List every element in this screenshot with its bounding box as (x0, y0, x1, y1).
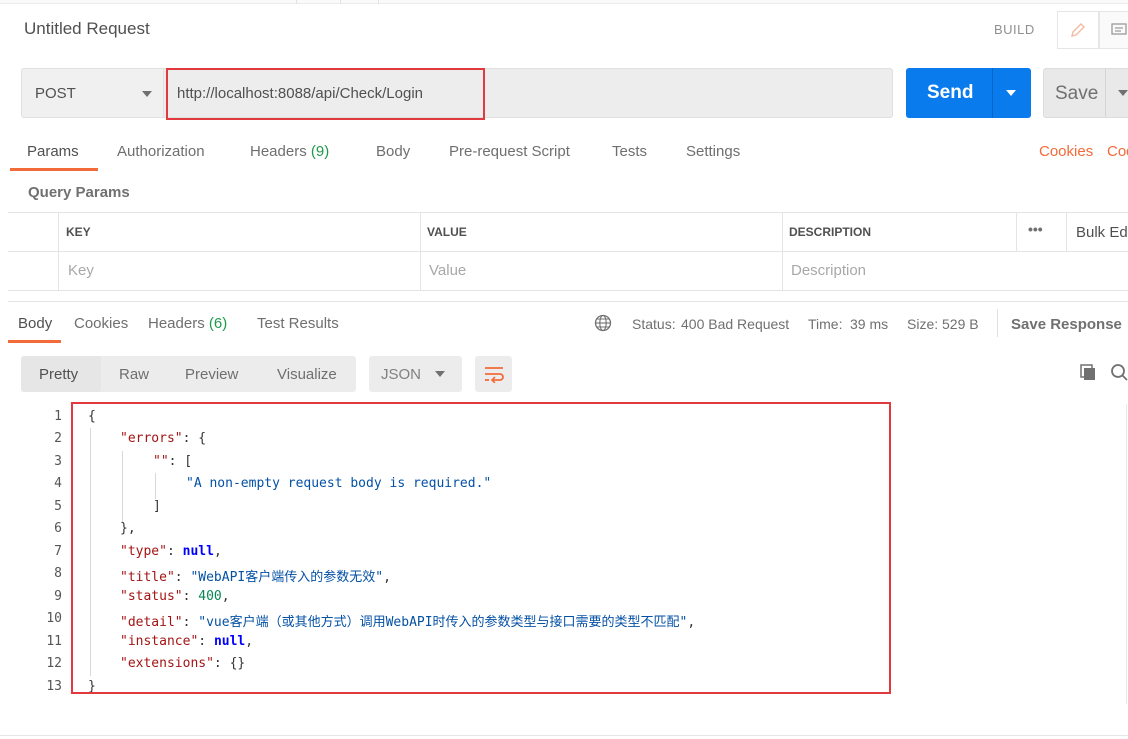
tab-headers-label: Headers (250, 143, 307, 160)
save-response-button[interactable]: Save Response (1011, 316, 1122, 333)
line-number: 4 (54, 476, 62, 491)
globe-icon[interactable] (594, 314, 612, 332)
save-label: Save (1055, 83, 1099, 104)
url-highlight-box (166, 68, 485, 120)
time-value[interactable]: 39 ms (850, 316, 888, 332)
save-divider (1105, 69, 1106, 117)
bulk-edit-link[interactable]: Bulk Ed (1076, 224, 1128, 241)
line-number: 9 (54, 589, 62, 604)
value-input[interactable]: Value (429, 262, 466, 279)
bottom-border (0, 735, 1128, 736)
method-label: POST (35, 85, 76, 102)
tab-settings[interactable]: Settings (686, 143, 740, 160)
line-number: 13 (46, 679, 62, 694)
status-label: Status: (632, 316, 676, 332)
tab-prerequest-script[interactable]: Pre-request Script (449, 143, 570, 160)
line-number: 10 (46, 611, 62, 626)
response-tab-cookies[interactable]: Cookies (74, 315, 128, 332)
format-raw[interactable]: Raw (119, 366, 149, 383)
pencil-icon (1071, 23, 1085, 37)
chevron-down-icon (142, 91, 152, 97)
tab-divider (340, 0, 341, 4)
column-header-value: VALUE (427, 225, 467, 239)
table-col-divider (58, 213, 59, 291)
size-label: Size: (907, 316, 939, 332)
tab-strip (0, 0, 1128, 4)
description-input[interactable]: Description (791, 262, 866, 279)
size-value[interactable]: 529 B (942, 316, 979, 332)
tab-body[interactable]: Body (376, 143, 410, 160)
search-icon[interactable] (1110, 363, 1128, 381)
more-options-icon[interactable]: ••• (1028, 221, 1043, 237)
table-col-divider (1066, 213, 1067, 251)
query-params-table: KEY VALUE DESCRIPTION ••• Bulk Ed Key Va… (8, 212, 1128, 291)
meta-divider (997, 309, 998, 337)
build-mode-label[interactable]: BUILD (994, 22, 1035, 37)
line-number: 8 (54, 566, 62, 581)
line-number: 12 (46, 656, 62, 671)
active-response-tab-indicator (8, 340, 61, 343)
send-label: Send (927, 82, 974, 103)
column-header-description: DESCRIPTION (789, 225, 872, 239)
language-select[interactable]: JSON (369, 356, 462, 392)
response-tab-headers[interactable]: Headers (6) (148, 315, 227, 332)
line-number: 2 (54, 431, 62, 446)
code-link[interactable]: Cod (1107, 143, 1128, 160)
tab-tests[interactable]: Tests (612, 143, 647, 160)
response-tab-headers-count: (6) (208, 315, 228, 332)
time-label: Time: (808, 316, 843, 332)
key-input[interactable]: Key (68, 262, 94, 279)
code-highlight-box (71, 402, 891, 694)
tab-divider (296, 0, 297, 4)
tab-headers[interactable]: Headers (9) (250, 143, 329, 160)
format-preview[interactable]: Preview (185, 366, 238, 383)
wrap-icon (484, 367, 504, 383)
save-options-chevron-icon[interactable] (1118, 90, 1128, 96)
tab-authorization[interactable]: Authorization (117, 143, 205, 160)
edit-button[interactable] (1057, 11, 1099, 49)
save-button[interactable]: Save (1043, 68, 1128, 118)
cookies-link[interactable]: Cookies (1039, 143, 1093, 160)
method-select[interactable]: POST (21, 68, 164, 118)
tab-headers-count: (9) (310, 143, 330, 160)
tab-divider (378, 0, 379, 4)
response-tab-body[interactable]: Body (18, 315, 52, 332)
send-button[interactable]: Send (906, 68, 1031, 118)
chevron-down-icon (435, 371, 445, 377)
pane-divider[interactable] (8, 301, 1128, 302)
wrap-lines-button[interactable] (475, 356, 512, 392)
format-toggle-group: Pretty Raw Preview Visualize (21, 356, 356, 392)
active-tab-indicator (10, 168, 98, 171)
response-tab-headers-label: Headers (148, 315, 205, 332)
table-col-divider (1016, 213, 1017, 251)
query-params-title: Query Params (28, 184, 130, 201)
response-tab-test-results[interactable]: Test Results (257, 315, 339, 332)
line-number: 7 (54, 544, 62, 559)
table-row-divider (8, 251, 1128, 252)
copy-icon[interactable] (1079, 363, 1097, 381)
comments-button[interactable] (1099, 11, 1128, 49)
tab-params[interactable]: Params (27, 143, 79, 160)
request-title[interactable]: Untitled Request (24, 19, 150, 39)
table-col-divider (420, 213, 421, 291)
table-col-divider (782, 213, 783, 291)
column-header-key: KEY (66, 225, 91, 239)
format-pretty[interactable]: Pretty (39, 366, 78, 383)
line-number: 6 (54, 521, 62, 536)
comment-icon (1111, 23, 1127, 35)
line-number: 5 (54, 499, 62, 514)
scrollbar[interactable] (1126, 404, 1127, 704)
send-divider (992, 68, 993, 118)
line-number: 11 (46, 634, 62, 649)
status-value[interactable]: 400 Bad Request (681, 316, 789, 332)
send-options-chevron-icon[interactable] (1006, 90, 1016, 96)
format-visualize[interactable]: Visualize (277, 366, 337, 383)
line-number: 1 (54, 409, 62, 424)
line-number: 3 (54, 454, 62, 469)
language-label: JSON (381, 366, 422, 383)
